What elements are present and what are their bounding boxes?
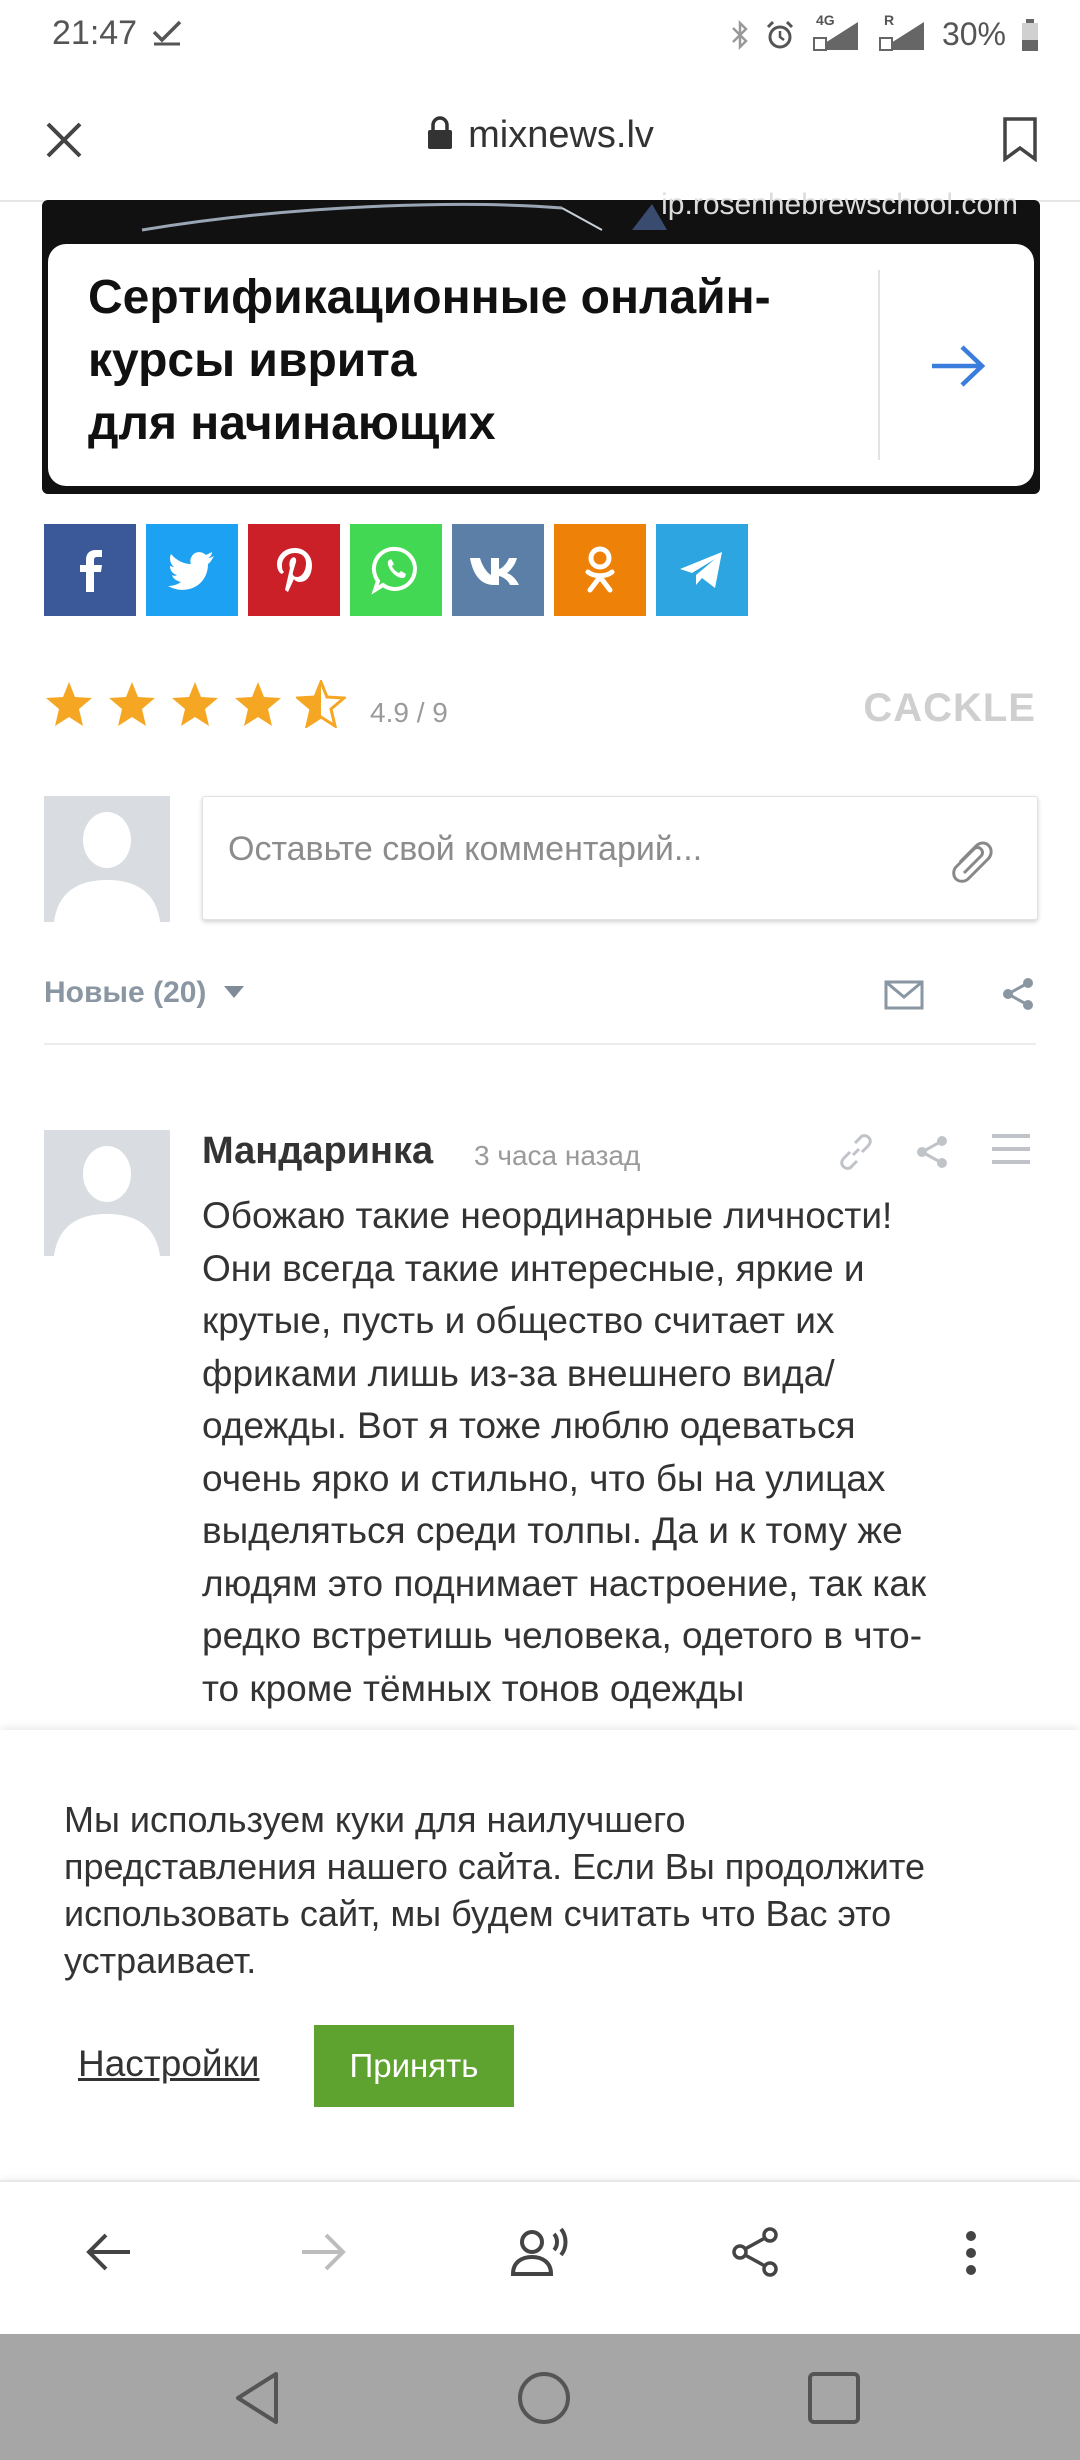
whatsapp-icon xyxy=(371,546,417,595)
ad-domain: ip.rosenhebrewschool.com xyxy=(661,188,1018,221)
forward-arrow-icon[interactable] xyxy=(300,2232,346,2272)
more-vert-icon[interactable] xyxy=(964,2230,978,2276)
nav-home-icon[interactable] xyxy=(516,2370,572,2426)
star-half-icon[interactable] xyxy=(296,680,346,728)
cookie-message: Мы используем куки для наилучшего предст… xyxy=(64,1799,925,1981)
share-facebook-button[interactable] xyxy=(44,524,136,616)
share-odnoklassniki-button[interactable] xyxy=(554,524,646,616)
cookie-settings-link[interactable]: Настройки xyxy=(78,2043,259,2085)
user-avatar xyxy=(44,796,170,922)
ad-title[interactable]: Сертификационные онлайн- курсы иврита дл… xyxy=(88,266,868,455)
read-aloud-icon[interactable] xyxy=(510,2226,570,2278)
star-icon[interactable] xyxy=(233,680,283,728)
share-icon[interactable] xyxy=(1000,976,1036,1012)
signal-4g-icon: 4G xyxy=(810,12,862,52)
share-telegram-button[interactable] xyxy=(656,524,748,616)
telegram-icon xyxy=(680,552,722,588)
status-time: 21:47 xyxy=(52,14,183,53)
signal-roaming-icon: R xyxy=(876,12,928,52)
menu-icon[interactable] xyxy=(992,1134,1030,1164)
rating-stars[interactable] xyxy=(44,680,346,728)
status-bar: 21:47 4G R 30% xyxy=(0,0,1080,80)
share-buttons xyxy=(44,524,748,616)
cookie-accept-button[interactable]: Принять xyxy=(314,2025,514,2107)
twitter-icon xyxy=(168,552,214,590)
comment-time[interactable]: 3 часа назад xyxy=(474,1140,640,1172)
avatar-placeholder-icon xyxy=(44,1130,170,1256)
back-arrow-icon[interactable] xyxy=(86,2232,132,2272)
nav-back-icon[interactable] xyxy=(232,2370,282,2426)
url-text: mixnews.lv xyxy=(468,114,654,156)
link-icon[interactable] xyxy=(836,1132,876,1172)
pinterest-icon xyxy=(277,548,312,592)
ad-divider xyxy=(878,270,880,460)
share-page-icon[interactable] xyxy=(730,2226,780,2278)
comment-text: Обожаю такие неординарные личности! Они … xyxy=(202,1195,927,1709)
facebook-icon xyxy=(80,550,102,592)
cackle-logo[interactable]: CACKLE xyxy=(863,686,1036,731)
share-vk-button[interactable] xyxy=(452,524,544,616)
comment-placeholder[interactable]: Оставьте свой комментарий... xyxy=(228,830,702,869)
subscribe-mail-icon[interactable] xyxy=(884,980,924,1010)
caret-down-icon xyxy=(223,986,244,998)
share-whatsapp-button[interactable] xyxy=(350,524,442,616)
lock-icon xyxy=(428,116,453,149)
star-icon[interactable] xyxy=(44,680,94,728)
browser-toolbar: mixnews.lv xyxy=(0,80,1080,202)
browser-bottom-bar xyxy=(0,2180,1080,2336)
battery-icon xyxy=(1022,18,1038,51)
system-nav-bar xyxy=(0,2334,1080,2460)
attach-icon[interactable] xyxy=(946,836,996,886)
check-icon xyxy=(152,20,181,46)
comment-avatar[interactable] xyxy=(44,1130,170,1256)
arrow-right-icon[interactable] xyxy=(930,344,986,388)
comment-share-icon[interactable] xyxy=(914,1134,950,1170)
vk-icon xyxy=(470,558,519,585)
comment-author[interactable]: Мандаринка xyxy=(202,1130,433,1173)
nav-recents-icon[interactable] xyxy=(806,2370,862,2426)
star-icon[interactable] xyxy=(107,680,157,728)
sort-dropdown[interactable]: Новые (20) xyxy=(44,976,245,1010)
rating-value: 4.9 / 9 xyxy=(370,697,448,728)
avatar-placeholder-icon xyxy=(44,796,170,922)
share-pinterest-button[interactable] xyxy=(248,524,340,616)
status-icons: 4G R 30% xyxy=(730,12,1040,53)
section-divider xyxy=(44,1043,1036,1045)
alarm-icon xyxy=(766,20,794,48)
url-bar[interactable]: mixnews.lv xyxy=(0,114,1080,157)
star-icon[interactable] xyxy=(170,680,220,728)
bluetooth-icon xyxy=(732,19,748,50)
share-twitter-button[interactable] xyxy=(146,524,238,616)
odnoklassniki-icon xyxy=(585,546,615,593)
bookmark-icon[interactable] xyxy=(1002,116,1038,162)
battery-percent: 30% xyxy=(941,16,1006,52)
